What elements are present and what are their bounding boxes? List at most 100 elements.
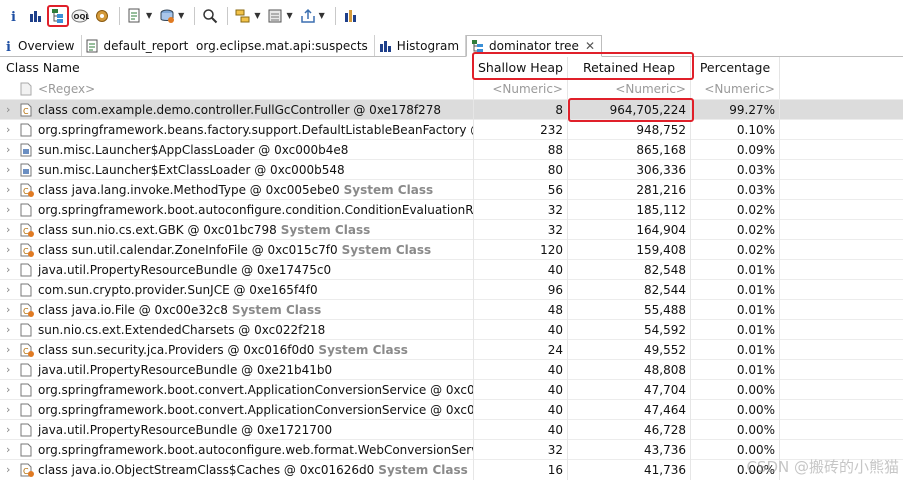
- calculator-icon[interactable]: [265, 6, 285, 26]
- shallow-heap-cell: 40: [474, 259, 568, 280]
- histogram-icon[interactable]: [26, 6, 46, 26]
- export-icon[interactable]: [298, 6, 318, 26]
- column-header-class-name[interactable]: Class Name: [0, 57, 474, 79]
- object-icon: [20, 202, 34, 218]
- table-row[interactable]: › Cclass com.example.demo.controller.Full…: [0, 99, 903, 120]
- class-name-text: class java.io.ObjectStreamClass$Caches @…: [38, 462, 375, 477]
- column-header-retained-heap[interactable]: Retained Heap: [568, 57, 691, 79]
- tab-default-report[interactable]: default_report org.eclipse.mat.api:suspe…: [81, 35, 375, 56]
- chevron-down-icon[interactable]: ▼: [286, 11, 292, 20]
- class-name-cell[interactable]: › Cclass sun.nio.cs.ext.GBK @ 0xc01bc798 S…: [0, 219, 474, 240]
- table-row[interactable]: › Cclass sun.nio.cs.ext.GBK @ 0xc01bc798 S…: [0, 219, 903, 240]
- chevron-down-icon[interactable]: ▼: [178, 11, 184, 20]
- class-name-cell[interactable]: › Cclass java.io.ObjectStreamClass$Caches…: [0, 459, 474, 480]
- class-name-cell[interactable]: › org.springframework.boot.convert.Applic…: [0, 379, 474, 400]
- table-row[interactable]: › Cclass sun.security.jca.Providers @ 0xc…: [0, 339, 903, 360]
- class-name-cell[interactable]: › org.springframework.boot.convert.Applic…: [0, 399, 474, 420]
- group-by-icon[interactable]: [233, 6, 253, 26]
- chevron-right-icon[interactable]: ›: [6, 160, 20, 180]
- retained-heap-filter-input[interactable]: <Numeric>: [568, 79, 691, 99]
- class-name-cell[interactable]: › org.springframework.beans.factory.suppo…: [0, 119, 474, 140]
- gear-icon[interactable]: [92, 6, 112, 26]
- class-name-text: org.springframework.boot.autoconfigure.c…: [38, 202, 474, 217]
- table-row[interactable]: › Cclass java.io.File @ 0xc00e32c8 System …: [0, 299, 903, 320]
- chevron-right-icon[interactable]: ›: [6, 340, 20, 360]
- search-icon[interactable]: [200, 6, 220, 26]
- class-name-cell[interactable]: › Cclass sun.util.calendar.ZoneInfoFile @…: [0, 239, 474, 260]
- class-name-cell[interactable]: › sun.misc.Launcher$AppClassLoader @ 0xc0…: [0, 139, 474, 160]
- class-name-cell[interactable]: › java.util.PropertyResourceBundle @ 0xe1…: [0, 259, 474, 280]
- table-row[interactable]: › sun.misc.Launcher$ExtClassLoader @ 0xc0…: [0, 159, 903, 180]
- shallow-heap-cell: 32: [474, 219, 568, 240]
- table-row[interactable]: › org.springframework.boot.convert.Applic…: [0, 379, 903, 400]
- chevron-right-icon[interactable]: ›: [6, 440, 20, 460]
- close-icon[interactable]: ✕: [585, 39, 595, 53]
- table-row[interactable]: › Cclass sun.util.calendar.ZoneInfoFile @…: [0, 239, 903, 260]
- class-name-cell[interactable]: › Cclass java.io.File @ 0xc00e32c8 System …: [0, 299, 474, 320]
- table-row[interactable]: › sun.misc.Launcher$AppClassLoader @ 0xc0…: [0, 139, 903, 160]
- chevron-right-icon[interactable]: ›: [6, 100, 20, 120]
- class-name-cell[interactable]: › sun.nio.cs.ext.ExtendedCharsets @ 0xc02…: [0, 319, 474, 340]
- class-name-cell[interactable]: › com.sun.crypto.provider.SunJCE @ 0xe165…: [0, 279, 474, 300]
- chevron-right-icon[interactable]: ›: [6, 300, 20, 320]
- table-row[interactable]: › Cclass java.lang.invoke.MethodType @ 0x…: [0, 179, 903, 200]
- query-browser-icon[interactable]: [157, 6, 177, 26]
- oql-icon[interactable]: OQL: [70, 6, 90, 26]
- class-name-cell[interactable]: › Cclass com.example.demo.controller.Full…: [0, 99, 474, 120]
- table-row[interactable]: › java.util.PropertyResourceBundle @ 0xe1…: [0, 259, 903, 280]
- class-name-text: java.util.PropertyResourceBundle @ 0xe17…: [38, 422, 333, 437]
- tab-histogram[interactable]: Histogram: [374, 35, 467, 56]
- percentage-cell: 0.01%: [691, 319, 780, 340]
- chevron-right-icon[interactable]: ›: [6, 240, 20, 260]
- table-row[interactable]: › org.springframework.boot.convert.Applic…: [0, 399, 903, 420]
- table-row[interactable]: › org.springframework.boot.autoconfigure.…: [0, 199, 903, 220]
- chevron-down-icon[interactable]: ▼: [254, 11, 260, 20]
- chevron-right-icon[interactable]: ›: [6, 180, 20, 200]
- chevron-right-icon[interactable]: ›: [6, 380, 20, 400]
- table-row[interactable]: › com.sun.crypto.provider.SunJCE @ 0xe165…: [0, 279, 903, 300]
- chevron-right-icon[interactable]: ›: [6, 120, 20, 140]
- chevron-right-icon[interactable]: ›: [6, 200, 20, 220]
- thread-chart-icon[interactable]: [341, 6, 361, 26]
- info-icon[interactable]: i: [4, 6, 24, 26]
- class-name-cell[interactable]: › java.util.PropertyResourceBundle @ 0xe2…: [0, 359, 474, 380]
- chevron-right-icon[interactable]: ›: [6, 220, 20, 240]
- class-name-cell[interactable]: › Cclass sun.security.jca.Providers @ 0xc…: [0, 339, 474, 360]
- class-name-cell[interactable]: › Cclass java.lang.invoke.MethodType @ 0x…: [0, 179, 474, 200]
- chevron-right-icon[interactable]: ›: [6, 460, 20, 480]
- table-row[interactable]: › org.springframework.beans.factory.suppo…: [0, 119, 903, 140]
- retained-heap-cell: 159,408: [568, 239, 691, 260]
- class-name-cell[interactable]: › sun.misc.Launcher$ExtClassLoader @ 0xc0…: [0, 159, 474, 180]
- tab-overview[interactable]: i Overview: [0, 35, 82, 56]
- column-header-shallow-heap[interactable]: Shallow Heap: [474, 57, 568, 79]
- percentage-filter-input[interactable]: <Numeric>: [691, 79, 780, 99]
- chevron-right-icon[interactable]: ›: [6, 140, 20, 160]
- class-name-cell[interactable]: › java.util.PropertyResourceBundle @ 0xe1…: [0, 419, 474, 440]
- chevron-down-icon[interactable]: ▼: [146, 11, 152, 20]
- tab-dominator-tree[interactable]: dominator tree ✕: [466, 35, 602, 57]
- class-name-cell[interactable]: › org.springframework.boot.autoconfigure.…: [0, 199, 474, 220]
- percentage-cell: 0.01%: [691, 279, 780, 300]
- watermark: CSDN @搬砖的小熊猫: [746, 458, 899, 476]
- class-name-text: class sun.security.jca.Providers @ 0xc01…: [38, 342, 315, 357]
- table-row[interactable]: › java.util.PropertyResourceBundle @ 0xe1…: [0, 419, 903, 440]
- info-icon: i: [4, 39, 14, 53]
- svg-text:C: C: [23, 107, 29, 116]
- chevron-down-icon[interactable]: ▼: [319, 11, 325, 20]
- chevron-right-icon[interactable]: ›: [6, 280, 20, 300]
- chevron-right-icon[interactable]: ›: [6, 360, 20, 380]
- dominator-tree-icon[interactable]: [47, 4, 69, 27]
- shallow-heap-filter-input[interactable]: <Numeric>: [474, 79, 568, 99]
- table-row[interactable]: › java.util.PropertyResourceBundle @ 0xe2…: [0, 359, 903, 380]
- table-row[interactable]: › sun.nio.cs.ext.ExtendedCharsets @ 0xc02…: [0, 319, 903, 340]
- chevron-right-icon[interactable]: ›: [6, 320, 20, 340]
- chevron-right-icon[interactable]: ›: [6, 420, 20, 440]
- chevron-right-icon[interactable]: ›: [6, 400, 20, 420]
- report-icon[interactable]: [125, 6, 145, 26]
- chevron-right-icon[interactable]: ›: [6, 260, 20, 280]
- percentage-cell: 0.10%: [691, 119, 780, 140]
- class-name-cell[interactable]: › org.springframework.boot.autoconfigure.…: [0, 439, 474, 460]
- retained-heap-cell: 948,752: [568, 119, 691, 140]
- column-header-percentage[interactable]: Percentage: [691, 57, 780, 79]
- regex-filter-input[interactable]: <Regex>: [0, 79, 474, 99]
